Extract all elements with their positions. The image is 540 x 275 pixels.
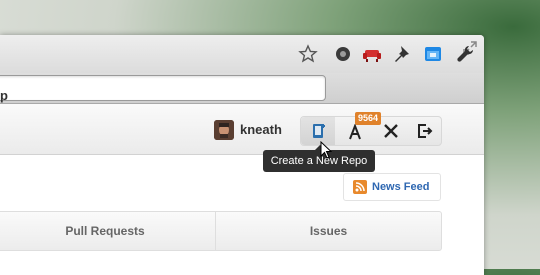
logout-icon xyxy=(418,124,433,138)
pin-icon[interactable] xyxy=(393,44,413,64)
username-link[interactable]: kneath xyxy=(240,122,282,137)
wrench-icon[interactable] xyxy=(455,44,475,64)
dashboard-tabs: Pull Requests Issues xyxy=(0,211,442,251)
window-icon[interactable] xyxy=(423,44,443,64)
news-feed-label: News Feed xyxy=(372,181,430,193)
notification-count-badge: 9564 xyxy=(355,112,382,125)
site-brand-fragment[interactable]: p xyxy=(0,88,8,103)
rss-icon xyxy=(353,180,367,194)
news-feed-button[interactable]: News Feed xyxy=(343,173,441,201)
logout-button[interactable] xyxy=(407,117,441,145)
settings-icon xyxy=(384,124,398,138)
recorder-icon[interactable] xyxy=(333,44,353,64)
new-repo-icon xyxy=(313,124,325,138)
avatar[interactable] xyxy=(214,120,234,140)
avatar-image xyxy=(214,120,234,140)
bookmark-star-icon[interactable] xyxy=(298,44,318,64)
tab-pull-requests[interactable]: Pull Requests xyxy=(0,212,215,250)
new-repo-tooltip: Create a New Repo xyxy=(263,145,375,172)
tab-issues[interactable]: Issues xyxy=(216,212,441,250)
browser-toolbar xyxy=(0,73,484,104)
address-bar[interactable] xyxy=(0,75,326,101)
sofa-icon[interactable] xyxy=(362,44,382,64)
mouse-cursor-icon xyxy=(320,141,333,159)
notifications-icon xyxy=(349,124,361,140)
